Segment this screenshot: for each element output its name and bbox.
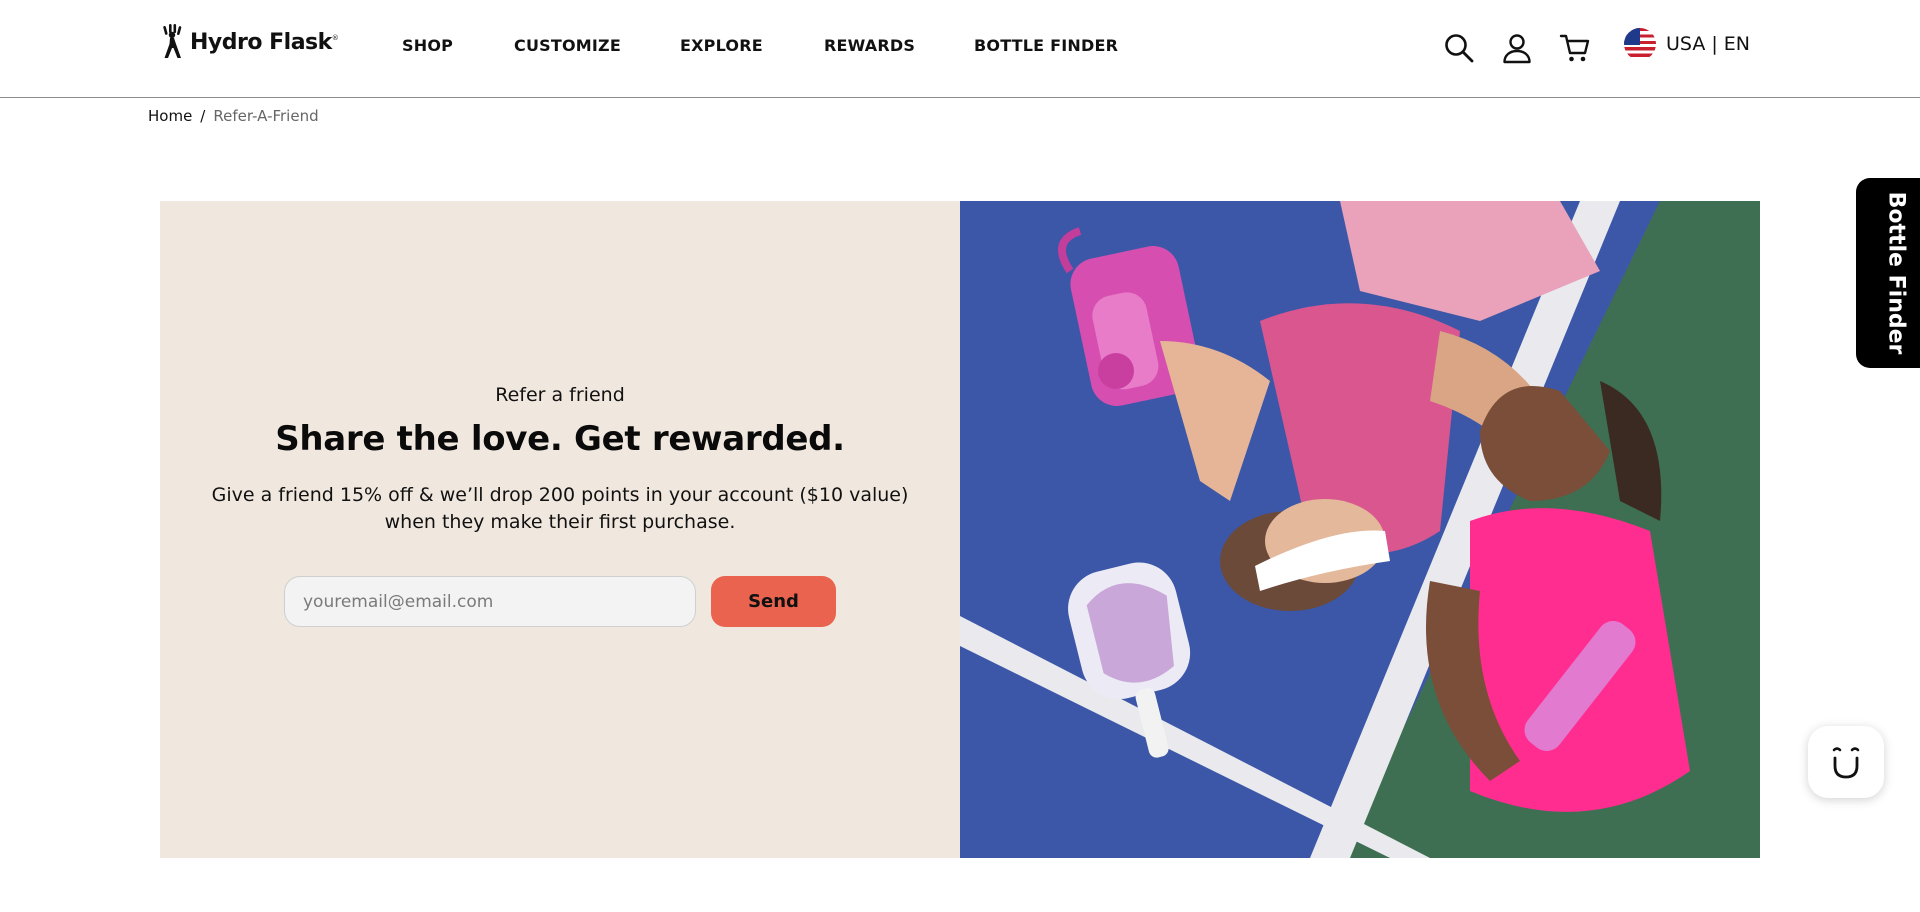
referral-description: Give a friend 15% off & we’ll drop 200 p… xyxy=(211,484,909,533)
account-icon[interactable] xyxy=(1501,32,1533,64)
bottle-finder-tab[interactable]: Bottle Finder xyxy=(1856,178,1920,368)
referral-headline: Share the love. Get rewarded. xyxy=(275,419,845,459)
email-field[interactable] xyxy=(284,576,696,627)
nav-rewards[interactable]: REWARDS xyxy=(824,36,915,55)
smiley-face-icon xyxy=(1832,747,1860,779)
search-icon[interactable] xyxy=(1443,32,1475,64)
pickleball-court-illustration xyxy=(960,201,1760,858)
send-button[interactable]: Send xyxy=(711,576,836,627)
nav-shop[interactable]: SHOP xyxy=(402,36,453,55)
nav-customize[interactable]: CUSTOMIZE xyxy=(514,36,621,55)
breadcrumb-separator: / xyxy=(200,107,206,125)
locale-selector[interactable]: USA | EN xyxy=(1624,28,1750,60)
nav-explore[interactable]: EXPLORE xyxy=(680,36,763,55)
locale-label: USA | EN xyxy=(1666,33,1751,55)
breadcrumb-current: Refer-A-Friend xyxy=(213,107,319,125)
referral-eyebrow: Refer a friend xyxy=(495,384,625,406)
feedback-widget-button[interactable] xyxy=(1808,726,1884,798)
us-flag-icon xyxy=(1624,28,1656,60)
brand-logo[interactable]: Hydro Flask® xyxy=(158,24,339,60)
cart-icon[interactable] xyxy=(1559,32,1591,64)
breadcrumb-home[interactable]: Home xyxy=(148,107,192,125)
breadcrumb: Home / Refer-A-Friend xyxy=(148,107,319,125)
hero-image xyxy=(960,201,1760,858)
brand-name: Hydro Flask® xyxy=(190,29,339,55)
site-header: Hydro Flask® SHOP CUSTOMIZE EXPLORE REWA… xyxy=(0,0,1920,98)
referral-panel: Refer a friend Share the love. Get rewar… xyxy=(160,201,960,858)
hydro-flask-logo-icon xyxy=(163,24,182,58)
nav-bottle-finder[interactable]: BOTTLE FINDER xyxy=(974,36,1118,55)
bottle-finder-tab-label: Bottle Finder xyxy=(1883,191,1909,355)
